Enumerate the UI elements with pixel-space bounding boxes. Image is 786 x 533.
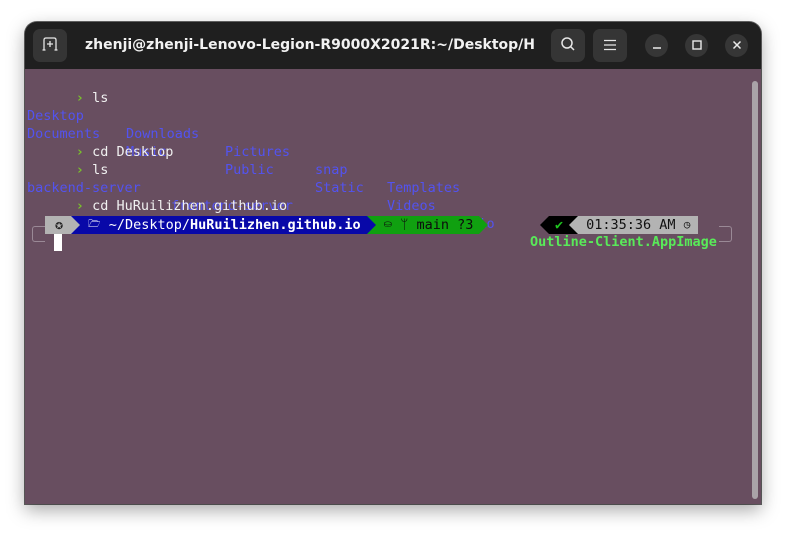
search-icon [560,36,576,56]
command-text: cd HuRuilizhen.github.io [92,198,288,214]
menu-button[interactable] [593,29,627,62]
clock-icon: ◷ [683,218,691,231]
prompt-arrow: › [75,198,84,214]
segment-separator [366,216,376,234]
dir-entry: Templates [387,180,461,196]
directory-segment: 🗁 ~/Desktop/HuRuilizhen.github.io [80,216,367,234]
dir-entry: Videos [387,198,436,214]
segment-separator [71,216,81,234]
segment-separator [540,216,549,234]
close-button[interactable] [725,34,748,57]
minimize-icon [652,39,662,53]
terminal-content[interactable]: › ls Desktop Downloads Pictures snap Tem… [25,69,761,504]
prompt-frame-right [719,226,732,242]
git-segment: ⛀ ᛘ main ?3 [375,216,480,234]
new-tab-button[interactable] [33,29,67,62]
maximize-button[interactable] [685,34,708,57]
git-branch: main [416,217,449,233]
segment-separator [569,216,579,234]
ubuntu-logo-icon: ✪ [55,217,64,233]
dir-prefix: ~/Desktop/ [108,217,190,233]
listing-line: backend-server frontend-server HuRuilizh… [27,161,747,250]
dir-entry: Static [315,180,364,196]
status-segment: ✔ [549,216,570,234]
exec-entry: Outline-Client.AppImage [530,234,717,250]
terminal-window: zhenji@zhenji-Lenovo-Legion-R9000X2021R:… [25,22,761,504]
time-segment: 01:35:36 AM ◷ [578,216,699,234]
command-line: › cd HuRuilizhen.github.io [27,179,287,214]
new-tab-icon [42,36,58,55]
powerline-right: ✔ 01:35:36 AM ◷ [540,216,699,234]
listing-line: Desktop Downloads Pictures snap Template… [27,89,460,196]
command-text: ls [92,90,109,106]
close-icon [732,39,742,53]
checkmark-icon: ✔ [555,217,564,233]
dir-entry: Pictures [225,144,291,160]
text-cursor [54,234,62,251]
listing-line: Documents Music Public Static Videos [27,107,436,214]
search-button[interactable] [551,29,585,62]
command-line: › cd Desktop [27,125,174,160]
prompt-frame-left [32,226,45,242]
prompt-arrow: › [75,90,84,106]
hamburger-menu-icon [603,36,617,55]
command-line: › ls [27,71,109,106]
segment-separator [479,216,489,234]
command-line: › ls [27,143,109,178]
title-bar: zhenji@zhenji-Lenovo-Legion-R9000X2021R:… [25,22,761,69]
scrollbar[interactable] [752,81,758,499]
window-title: zhenji@zhenji-Lenovo-Legion-R9000X2021R:… [85,37,535,53]
dir-current: HuRuilizhen.github.io [189,217,361,233]
github-icon: ⛀ [383,219,393,230]
git-status: ?3 [457,217,474,233]
minimize-button[interactable] [645,34,668,57]
os-segment: ✪ [45,216,72,234]
time-text: 01:35:36 AM [586,217,676,233]
folder-icon: 🗁 [88,219,101,230]
powerline-left: ✪ 🗁 ~/Desktop/HuRuilizhen.github.io ⛀ ᛘ … [45,216,489,234]
maximize-icon [691,39,702,53]
branch-icon: ᛘ [400,217,409,233]
